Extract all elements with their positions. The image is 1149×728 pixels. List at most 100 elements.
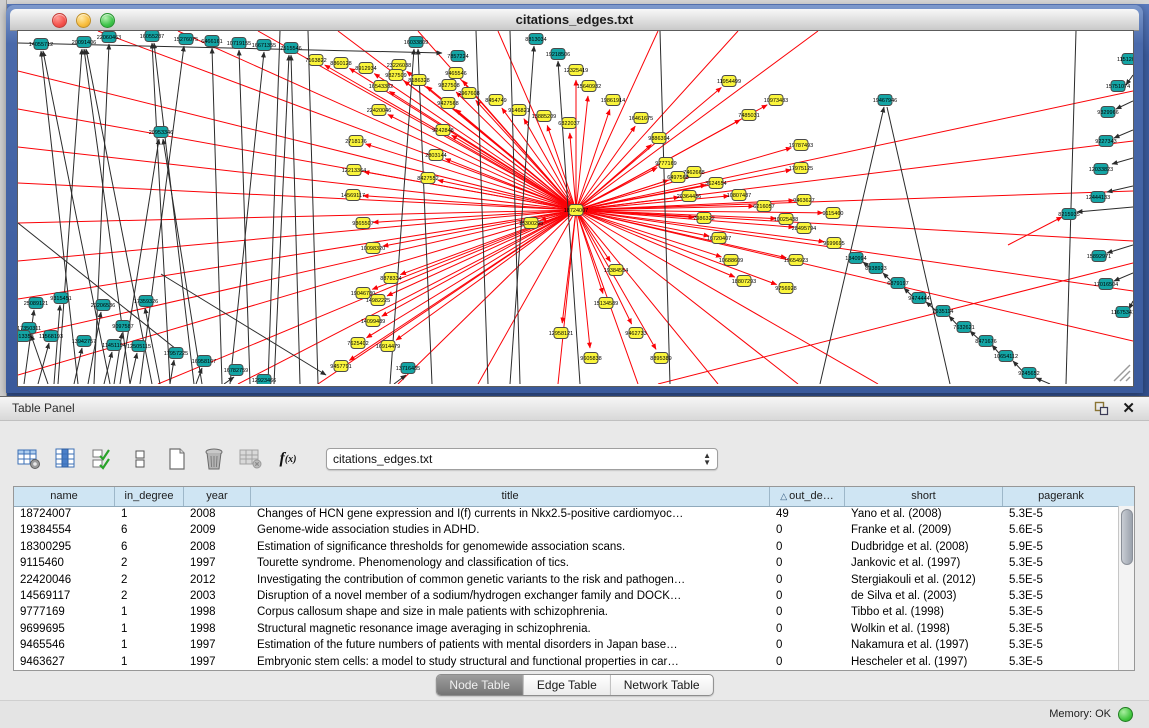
table-selector-dropdown[interactable]: citations_edges.txt ▲▼ [326,448,718,470]
graph-node[interactable]: 19861914 [601,95,625,106]
graph-node[interactable]: 9605838 [580,353,601,364]
graph-node[interactable]: 15134589 [594,298,618,309]
graph-node[interactable]: 16461675 [629,113,653,124]
graph-node[interactable]: 17016504 [1094,279,1118,290]
table-settings-icon[interactable] [16,447,42,471]
tab-node-table[interactable]: Node Table [436,675,524,695]
citation-network-canvas[interactable]: 1405571220091406220604631605528715276075… [18,31,1133,384]
graph-node[interactable]: 7625402 [347,338,368,349]
row-height-icon[interactable] [127,447,153,471]
graph-node[interactable]: 9465546 [445,68,466,79]
graph-node[interactable]: 12958121 [549,328,573,339]
graph-node[interactable]: 16958107 [192,356,216,367]
column-header-in_degree[interactable]: in_degree [115,487,184,506]
graph-node[interactable]: 20091406 [72,37,96,48]
graph-node[interactable]: 11451194 [102,340,126,351]
table-panel-header[interactable]: Table Panel ✕ [0,397,1149,421]
column-header-short[interactable]: short [845,487,1003,506]
graph-node[interactable]: 9699695 [823,238,844,249]
graph-node[interactable]: 9457791 [330,361,351,372]
graph-node[interactable]: 9115460 [822,208,843,219]
show-columns-icon[interactable] [53,447,79,471]
graph-node[interactable]: 15640932 [577,81,601,92]
graph-node[interactable]: 17359326 [134,296,158,307]
graph-node[interactable]: 13942757 [72,336,96,347]
table-row[interactable]: 2242004622012Investigating the contribut… [14,572,1119,588]
column-header-title[interactable]: title [251,487,770,506]
graph-node[interactable]: 16720407 [707,233,731,244]
graph-node[interactable]: 12923466 [252,375,276,385]
graph-node[interactable]: 16782759 [224,365,248,376]
graph-node[interactable]: 9474444 [908,293,929,304]
graph-node[interactable]: 19787493 [789,140,813,151]
function-builder-icon[interactable]: f(x) [275,447,301,471]
graph-node[interactable]: 12444133 [1086,192,1110,203]
graph-node[interactable]: 8878334 [380,273,401,284]
scrollbar-thumb[interactable] [1121,509,1133,565]
graph-node[interactable]: 8895389 [650,353,671,364]
graph-node[interactable]: 20364436 [677,191,701,202]
graph-node[interactable]: 2967608 [458,88,479,99]
graph-node[interactable]: 11954499 [717,76,741,87]
delete-entries-icon[interactable] [201,447,227,471]
graph-node[interactable]: 15751074 [1106,81,1130,92]
network-view[interactable]: 1405571220091406220604631605528715276075… [17,30,1134,387]
graph-node[interactable]: 7857224 [447,51,468,62]
graph-node[interactable]: 3624554 [705,178,726,189]
column-header-name[interactable]: name [14,487,115,506]
graph-node[interactable]: 11512082 [1117,54,1133,65]
graph-node[interactable]: 6879197 [887,278,908,289]
graph-node[interactable]: 7632621 [953,322,974,333]
graph-node[interactable]: 13716485 [396,363,420,374]
table-row[interactable]: 946554611997Estimation of the future num… [14,637,1119,653]
graph-node[interactable]: 14055712 [29,39,53,50]
graph-node[interactable]: 10973483 [764,95,788,106]
graph-node[interactable]: 17957225 [164,348,188,359]
create-table-icon[interactable] [164,447,190,471]
graph-node[interactable]: 9097587 [112,321,133,332]
graph-node[interactable]: 9777169 [655,158,676,169]
graph-node[interactable]: 15885209 [532,111,556,122]
graph-node[interactable]: 16055287 [140,31,164,42]
graph-node[interactable]: 15892971 [1087,251,1111,262]
graph-node[interactable]: 12325419 [564,65,588,76]
graph-node[interactable]: 9227343 [1095,136,1116,147]
graph-node[interactable]: 22420046 [367,105,391,116]
close-panel-icon[interactable]: ✕ [1122,399,1135,417]
memory-ok-icon[interactable] [1118,707,1133,722]
graph-node[interactable]: 8427552 [417,173,438,184]
graph-node[interactable]: 8454749 [485,95,506,106]
graph-node[interactable]: 7986322 [693,213,714,224]
graph-node[interactable]: 9827508 [438,80,459,91]
graph-node[interactable]: 9365507 [352,218,373,229]
graph-node[interactable]: 9463627 [793,195,814,206]
graph-node[interactable]: 7515546 [280,43,301,54]
graph-node[interactable]: 12213364 [342,165,366,176]
graph-node[interactable]: 1840994 [845,253,866,264]
graph-node[interactable]: 11568193 [39,331,63,342]
graph-node[interactable]: 20953346 [149,127,173,138]
graph-node[interactable]: 20206536 [91,300,115,311]
graph-node[interactable]: 10025438 [774,214,798,225]
graph-node[interactable]: 8813034 [525,34,546,45]
delete-table-icon[interactable] [238,447,264,471]
graph-node[interactable]: 18807293 [732,276,756,287]
float-panel-icon[interactable] [1094,401,1109,416]
graph-node[interactable]: 8215935 [1058,209,1079,220]
graph-node[interactable]: 8860128 [330,58,351,69]
graph-node[interactable]: 9242848 [432,125,453,136]
graph-node[interactable]: 9462733 [625,328,646,339]
table-row[interactable]: 911546021997Tourette syndrome. Phenomeno… [14,555,1119,571]
graph-node[interactable]: 9756928 [775,283,796,294]
vertical-scrollbar[interactable] [1118,506,1134,670]
graph-node[interactable]: 8938923 [865,263,886,274]
table-row[interactable]: 1938455462009Genome-wide association stu… [14,522,1119,538]
graph-node[interactable]: 19467946 [873,95,897,106]
graph-node[interactable]: 19654923 [784,255,808,266]
graph-node[interactable]: 12033823 [1089,164,1113,175]
graph-node[interactable]: 9245652 [1018,368,1039,379]
graph-node[interactable]: 2935114 [932,306,953,317]
graph-node[interactable]: 28495794 [792,223,816,234]
tab-edge-table[interactable]: Edge Table [524,675,611,695]
graph-node[interactable]: 10688609 [719,255,743,266]
